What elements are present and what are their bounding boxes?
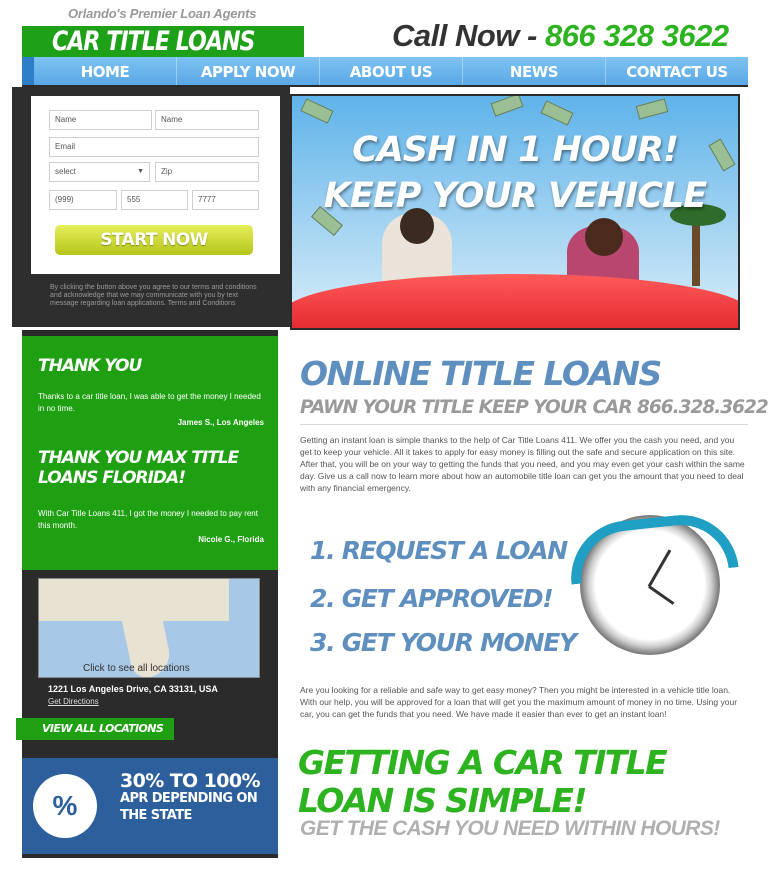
- start-now-button[interactable]: START NOW: [55, 225, 253, 255]
- intro-paragraph: Getting an instant loan is simple thanks…: [300, 435, 745, 493]
- state-select[interactable]: select ▼: [49, 162, 150, 182]
- phone-number[interactable]: 866 328 3622: [545, 18, 729, 53]
- phone-prefix-field[interactable]: 555: [121, 190, 188, 210]
- testimonial-author: Nicole G., Florida: [198, 535, 264, 544]
- nav-contact-us[interactable]: CONTACT US: [606, 57, 748, 85]
- last-name-field[interactable]: Name: [155, 110, 259, 130]
- apr-line3: THE STATE: [120, 808, 192, 823]
- hero-banner: CASH IN 1 HOUR! KEEP YOUR VEHICLE: [290, 94, 740, 330]
- nav-about-us[interactable]: ABOUT US: [320, 57, 463, 85]
- cta-heading: GETTING A CAR TITLE LOAN IS SIMPLE!: [298, 743, 668, 820]
- call-now[interactable]: Call Now - 866 328 3622: [392, 18, 729, 54]
- testimonial-title: THANK YOU MAX TITLE LOANS FLORIDA!: [38, 448, 239, 488]
- testimonial-text: With Car Title Loans 411, I got the mone…: [38, 509, 258, 530]
- nav-home[interactable]: HOME: [34, 57, 177, 85]
- first-name-field[interactable]: Name: [49, 110, 152, 130]
- chevron-down-icon: ▼: [137, 168, 144, 175]
- phone-area-field[interactable]: (999): [49, 190, 117, 210]
- view-all-locations-button[interactable]: VIEW ALL LOCATIONS: [16, 718, 174, 740]
- page-subtitle: PAWN YOUR TITLE KEEP YOUR CAR 866.328.36…: [300, 397, 768, 418]
- testimonial-text: Thanks to a car title loan, I was able t…: [38, 392, 261, 413]
- percent-icon: %: [33, 774, 97, 838]
- locations-map[interactable]: Click to see all locations: [38, 578, 260, 678]
- money-bill-icon: [490, 96, 524, 117]
- call-now-label: Call Now -: [392, 18, 545, 53]
- money-bill-icon: [635, 98, 669, 120]
- nav-accent: [22, 57, 34, 85]
- phone-line-field[interactable]: 7777: [192, 190, 259, 210]
- testimonial-title: THANK YOU: [38, 356, 142, 376]
- cta-subheading: GET THE CASH YOU NEED WITHIN HOURS!: [300, 817, 720, 840]
- main-nav: HOME APPLY NOW ABOUT US NEWS CONTACT US: [22, 57, 748, 87]
- office-address: 1221 Los Angeles Drive, CA 33131, USA: [48, 684, 218, 694]
- step-1: 1. REQUEST A LOAN: [310, 536, 568, 565]
- person-woman-head: [585, 218, 623, 256]
- hero-subheadline: KEEP YOUR VEHICLE: [323, 176, 707, 216]
- body-paragraph: Are you looking for a reliable and safe …: [300, 685, 738, 719]
- get-directions-link[interactable]: Get Directions: [48, 697, 99, 706]
- site-tagline: Orlando's Premier Loan Agents: [68, 6, 257, 21]
- form-disclaimer: By clicking the button above you agree t…: [50, 284, 257, 307]
- testimonials-box: THANK YOU Thanks to a car title loan, I …: [22, 336, 278, 570]
- apr-range: 30% TO 100%: [120, 770, 261, 792]
- site-logo[interactable]: CAR TITLE LOANS 411: [22, 26, 304, 89]
- hero-headline: CASH IN 1 HOUR!: [352, 130, 679, 170]
- red-convertible: [292, 274, 738, 328]
- palm-tree: [692, 216, 700, 286]
- money-bill-icon: [300, 98, 334, 124]
- step-2: 2. GET APPROVED!: [310, 584, 554, 613]
- nav-news[interactable]: NEWS: [463, 57, 606, 85]
- state-select-value: select: [55, 167, 76, 176]
- testimonial-author: James S., Los Angeles: [177, 418, 264, 427]
- clock-hour-hand: [648, 585, 675, 605]
- nav-apply-now[interactable]: APPLY NOW: [177, 57, 320, 85]
- apr-line2: APR DEPENDING ON: [120, 791, 258, 806]
- zip-field[interactable]: Zip: [155, 162, 259, 182]
- divider: [300, 424, 748, 425]
- map-caption[interactable]: Click to see all locations: [83, 663, 190, 674]
- money-bill-icon: [540, 100, 574, 126]
- email-field[interactable]: Email: [49, 137, 259, 157]
- page-title: ONLINE TITLE LOANS: [300, 354, 662, 393]
- step-3: 3. GET YOUR MONEY: [310, 628, 577, 657]
